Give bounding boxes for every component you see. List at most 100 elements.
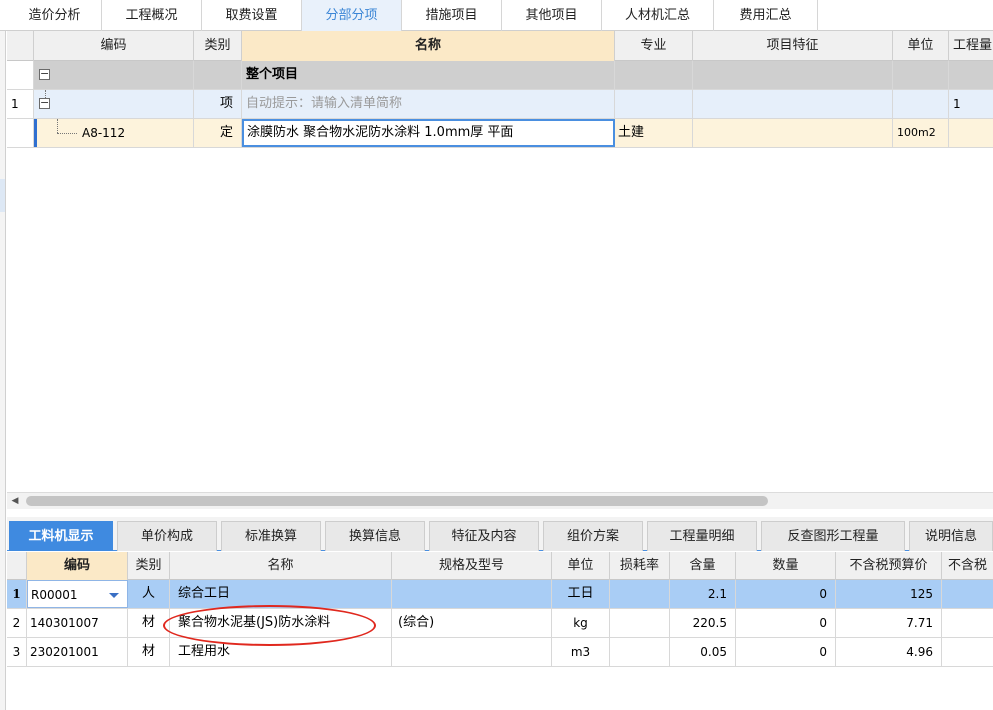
header-unit[interactable]: 单位	[552, 552, 610, 580]
table-row[interactable]: A8-112 定 涂膜防水 聚合物水泥防水涂料 1.0mm厚 平面 土建 100…	[7, 119, 993, 148]
header-type[interactable]: 类别	[128, 552, 170, 580]
header-code[interactable]: 编码	[27, 552, 128, 580]
tab-project-overview[interactable]: 工程概况	[102, 0, 202, 31]
tab-fee-summary[interactable]: 费用汇总	[714, 0, 818, 31]
code-cell[interactable]: 140301007	[27, 609, 128, 637]
tab-resource-display[interactable]: 工料机显示	[9, 521, 113, 551]
content-cell[interactable]: 220.5	[670, 609, 736, 637]
content-cell[interactable]: 0.05	[670, 638, 736, 666]
quantity-cell[interactable]	[949, 119, 993, 147]
header-type[interactable]: 类别	[194, 31, 242, 61]
header-specialty[interactable]: 专业	[615, 31, 693, 61]
name-cell[interactable]: 综合工日	[170, 580, 392, 608]
name-cell[interactable]: 整个项目	[242, 61, 615, 89]
table-row[interactable]: 2 140301007 材 聚合物水泥基(JS)防水涂料 (综合) kg 220…	[7, 609, 993, 638]
tab-standard-conversion[interactable]: 标准换算	[221, 521, 321, 551]
specialty-cell[interactable]	[615, 61, 693, 89]
code-dropdown[interactable]: R00001	[27, 580, 128, 608]
selected-row-indicator	[34, 119, 37, 147]
tab-conversion-info[interactable]: 换算信息	[325, 521, 425, 551]
loss-rate-cell[interactable]	[610, 580, 670, 608]
tab-reverse-graphic-quantity[interactable]: 反查图形工程量	[761, 521, 905, 551]
unit-cell[interactable]: 工日	[552, 580, 610, 608]
tab-sub-items[interactable]: 分部分项	[302, 0, 402, 31]
loss-rate-cell[interactable]	[610, 609, 670, 637]
unit-cell[interactable]	[893, 61, 949, 89]
header-feature[interactable]: 项目特征	[693, 31, 893, 61]
scroll-left-icon[interactable]: ◀	[9, 495, 21, 507]
tab-cost-analysis[interactable]: 造价分析	[8, 0, 102, 31]
header-row-number	[7, 552, 27, 580]
unit-cell[interactable]: kg	[552, 609, 610, 637]
header-quantity[interactable]: 数量	[736, 552, 836, 580]
header-unit[interactable]: 单位	[893, 31, 949, 61]
tab-measures[interactable]: 措施项目	[402, 0, 502, 31]
name-cell[interactable]: 聚合物水泥基(JS)防水涂料	[170, 609, 392, 637]
header-code[interactable]: 编码	[34, 31, 194, 61]
unit-cell[interactable]	[893, 90, 949, 118]
name-cell[interactable]: 工程用水	[170, 638, 392, 666]
tree-connector	[57, 133, 77, 134]
code-cell[interactable]: A8-112	[34, 119, 194, 147]
tab-fee-settings[interactable]: 取费设置	[202, 0, 302, 31]
code-cell[interactable]: −	[34, 61, 194, 89]
header-content[interactable]: 含量	[670, 552, 736, 580]
extra-cell[interactable]	[942, 609, 993, 637]
type-cell[interactable]: 人	[128, 580, 170, 608]
header-pre-tax-extra[interactable]: 不含税	[942, 552, 993, 580]
table-row[interactable]: 1 − 项 自动提示：请输入清单简称 1	[7, 90, 993, 119]
scrollbar-thumb[interactable]	[26, 496, 768, 506]
tab-other-items[interactable]: 其他项目	[502, 0, 602, 31]
table-row[interactable]: 3 230201001 材 工程用水 m3 0.05 0 4.96	[7, 638, 993, 667]
code-cell[interactable]: −	[34, 90, 194, 118]
tab-resource-summary[interactable]: 人材机汇总	[602, 0, 714, 31]
type-cell[interactable]: 项	[194, 90, 242, 118]
price-cell[interactable]: 125	[836, 580, 942, 608]
quantity-cell[interactable]: 0	[736, 638, 836, 666]
specialty-cell[interactable]	[615, 90, 693, 118]
type-cell[interactable]	[194, 61, 242, 89]
extra-cell[interactable]	[942, 638, 993, 666]
specialty-cell[interactable]: 土建	[615, 119, 693, 147]
tab-pricing-plan[interactable]: 组价方案	[543, 521, 643, 551]
model-cell[interactable]: (综合)	[392, 609, 552, 637]
tab-features-content[interactable]: 特征及内容	[429, 521, 539, 551]
tab-description[interactable]: 说明信息	[909, 521, 993, 551]
quantity-cell[interactable]: 1	[949, 90, 993, 118]
unit-cell[interactable]: m3	[552, 638, 610, 666]
name-edit-field[interactable]: 涂膜防水 聚合物水泥防水涂料 1.0mm厚 平面	[242, 119, 615, 147]
header-pre-tax-price[interactable]: 不含税预算价	[836, 552, 942, 580]
quantity-cell[interactable]	[949, 61, 993, 89]
quantity-cell[interactable]: 0	[736, 580, 836, 608]
type-cell[interactable]: 定	[194, 119, 242, 147]
header-loss-rate[interactable]: 损耗率	[610, 552, 670, 580]
feature-cell[interactable]	[693, 61, 893, 89]
feature-cell[interactable]	[693, 119, 893, 147]
table-row[interactable]: 1 R00001 人 综合工日 工日 2.1 0 125	[7, 580, 993, 609]
extra-cell[interactable]	[942, 580, 993, 608]
price-cell[interactable]: 4.96	[836, 638, 942, 666]
model-cell[interactable]	[392, 580, 552, 608]
header-quantity[interactable]: 工程量	[949, 31, 993, 61]
collapse-icon[interactable]: −	[39, 68, 50, 80]
feature-cell[interactable]	[693, 90, 893, 118]
unit-cell[interactable]: 100m2	[893, 119, 949, 147]
price-cell[interactable]: 7.71	[836, 609, 942, 637]
name-cell[interactable]: 自动提示：请输入清单简称	[242, 90, 615, 118]
type-cell[interactable]: 材	[128, 609, 170, 637]
code-cell[interactable]: 230201001	[27, 638, 128, 666]
type-cell[interactable]: 材	[128, 638, 170, 666]
header-model[interactable]: 规格及型号	[392, 552, 552, 580]
header-name[interactable]: 名称	[170, 552, 392, 580]
horizontal-scrollbar[interactable]: ◀	[7, 492, 993, 509]
content-cell[interactable]: 2.1	[670, 580, 736, 608]
tab-unit-price[interactable]: 单价构成	[117, 521, 217, 551]
table-row[interactable]: − 整个项目	[7, 61, 993, 90]
quantity-cell[interactable]: 0	[736, 609, 836, 637]
tab-quantity-detail[interactable]: 工程量明细	[647, 521, 757, 551]
header-name[interactable]: 名称	[242, 31, 615, 61]
model-cell[interactable]	[392, 638, 552, 666]
loss-rate-cell[interactable]	[610, 638, 670, 666]
chevron-down-icon[interactable]	[109, 593, 119, 598]
collapse-icon[interactable]: −	[39, 97, 50, 109]
